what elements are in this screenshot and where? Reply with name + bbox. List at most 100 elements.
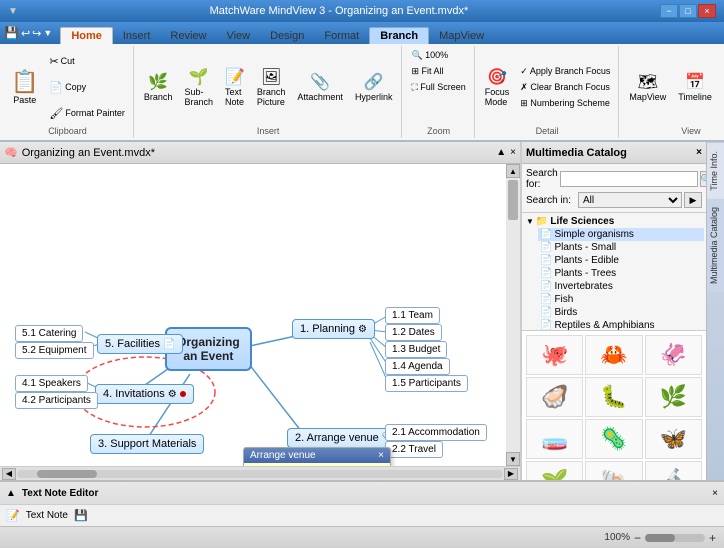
accommodation-node[interactable]: 2.1 Accommodation <box>385 424 487 441</box>
mapview-btn[interactable]: 🗺MapView <box>624 69 671 105</box>
apply-branch-focus-btn[interactable]: ✓ Apply Branch Focus <box>516 64 614 79</box>
canvas-hscrollbar[interactable]: ◀ ▶ <box>0 466 520 480</box>
tree-item-plants-trees[interactable]: 📄 Plants - Trees <box>538 267 704 280</box>
search-go-btn[interactable]: ▶ <box>684 192 702 208</box>
catalog-close-btn[interactable]: × <box>696 147 702 158</box>
sub-branch-btn[interactable]: 🌱Sub-Branch <box>179 64 218 110</box>
catalog-img-5[interactable]: 🐛 <box>585 377 642 417</box>
focus-mode-btn[interactable]: 🎯Focus Mode <box>480 64 515 110</box>
catalog-tree[interactable]: ▼ 📁 Life Sciences 📄 Simple organisms 📄 P… <box>522 213 706 330</box>
zoom-slider[interactable] <box>645 534 705 542</box>
maximize-btn[interactable]: □ <box>679 4 697 18</box>
hyperlink-btn[interactable]: 🔗Hyperlink <box>350 69 398 105</box>
cut-btn[interactable]: ✂ Cut <box>45 53 129 70</box>
vscroll-thumb[interactable] <box>508 180 518 220</box>
participants-node[interactable]: 1.5 Participants <box>385 375 468 392</box>
branch-btn[interactable]: 🌿Branch <box>139 69 178 105</box>
copy-btn[interactable]: 📄 Copy <box>45 79 129 96</box>
support-materials-node[interactable]: 3. Support Materials <box>90 434 204 454</box>
catalog-img-2[interactable]: 🦀 <box>585 335 642 375</box>
catalog-img-7[interactable]: 🧫 <box>526 419 583 459</box>
tab-branch[interactable]: Branch <box>369 27 429 44</box>
tree-item-plants-small[interactable]: 📄 Plants - Small <box>538 241 704 254</box>
canvas-close-btn[interactable]: × <box>510 147 516 158</box>
timeline-btn[interactable]: 📅Timeline <box>673 69 717 105</box>
arrange-venue-tooltip[interactable]: Arrange venue × Are we having workshops … <box>243 447 391 466</box>
catalog-img-4[interactable]: 🦪 <box>526 377 583 417</box>
outline-btn[interactable]: ☰Outline <box>719 69 724 105</box>
catering-node[interactable]: 5.1 Catering <box>15 325 83 342</box>
tab-insert[interactable]: Insert <box>113 28 161 44</box>
tree-item-plants-edible[interactable]: 📄 Plants - Edible <box>538 254 704 267</box>
catalog-img-1[interactable]: 🐙 <box>526 335 583 375</box>
team-node[interactable]: 1.1 Team <box>385 307 440 324</box>
tree-item-fish[interactable]: 📄 Fish <box>538 293 704 306</box>
search-in-select[interactable]: All <box>578 192 682 208</box>
paste-btn[interactable]: 📋 Paste <box>6 48 43 126</box>
quick-dropdown-btn[interactable]: ▼ <box>43 28 52 38</box>
zoom-decrease-btn[interactable]: − <box>634 531 641 545</box>
planning-node[interactable]: 1. Planning ⚙ <box>292 319 375 339</box>
zoom-increase-btn[interactable]: + <box>709 531 716 545</box>
catalog-img-8[interactable]: 🦠 <box>585 419 642 459</box>
tree-item-simple[interactable]: 📄 Simple organisms <box>538 228 704 241</box>
note-editor-close-btn[interactable]: × <box>712 488 718 499</box>
save-quick-btn[interactable]: 💾 <box>4 26 19 40</box>
travel-node[interactable]: 2.2 Travel <box>385 441 443 458</box>
tab-format[interactable]: Format <box>314 28 369 44</box>
tab-mapview[interactable]: MapView <box>429 28 494 44</box>
hscroll-right-btn[interactable]: ▶ <box>504 468 518 480</box>
close-btn[interactable]: × <box>698 4 716 18</box>
speakers-node[interactable]: 4.1 Speakers <box>15 375 88 392</box>
branch-picture-btn[interactable]: 🖼Branch Picture <box>252 64 291 110</box>
format-painter-btn[interactable]: 🖌 Format Painter <box>45 105 129 122</box>
participants2-node[interactable]: 4.2 Participants <box>15 392 98 409</box>
tree-item-invertebrates[interactable]: 📄 Invertebrates <box>538 280 704 293</box>
zoom-100-btn[interactable]: 🔍 100% <box>407 48 469 63</box>
hscroll-track[interactable] <box>17 470 503 478</box>
equipment-node[interactable]: 5.2 Equipment <box>15 342 94 359</box>
hscroll-thumb[interactable] <box>37 470 97 478</box>
search-input[interactable] <box>560 171 698 187</box>
catalog-img-9[interactable]: 🦋 <box>645 419 702 459</box>
canvas-tab-label[interactable]: Organizing an Event.mvdx* <box>22 147 155 159</box>
invitations-node[interactable]: 4. Invitations ⚙ <box>95 384 194 404</box>
side-tab-time[interactable]: Time Info. <box>707 142 724 199</box>
tab-home[interactable]: Home <box>60 27 113 44</box>
budget-node[interactable]: 1.3 Budget <box>385 341 447 358</box>
vscroll-down-btn[interactable]: ▼ <box>506 452 520 466</box>
note-editor-expand-btn[interactable]: ▲ <box>6 488 16 499</box>
catalog-img-12[interactable]: 🔬 <box>645 461 702 480</box>
minimize-btn[interactable]: − <box>660 4 678 18</box>
fit-all-btn[interactable]: ⊞ Fit All <box>407 64 469 79</box>
tree-item-reptiles[interactable]: 📄 Reptiles & Amphibians <box>538 319 704 330</box>
hscroll-left-btn[interactable]: ◀ <box>2 468 16 480</box>
catalog-img-6[interactable]: 🌿 <box>645 377 702 417</box>
side-tab-multimedia[interactable]: Multimedia Catalog <box>707 199 724 292</box>
clear-branch-focus-btn[interactable]: ✗ Clear Branch Focus <box>516 80 614 95</box>
facilities-node[interactable]: 5. Facilities 📄 <box>97 334 183 354</box>
vscroll-up-btn[interactable]: ▲ <box>506 164 520 178</box>
numbering-scheme-btn[interactable]: ⊞ Numbering Scheme <box>516 96 614 111</box>
canvas-expand-btn[interactable]: ▲ <box>496 147 506 158</box>
tree-root-item[interactable]: ▼ 📁 Life Sciences <box>524 215 704 228</box>
tab-review[interactable]: Review <box>160 28 216 44</box>
tab-design[interactable]: Design <box>260 28 314 44</box>
catalog-img-3[interactable]: 🦑 <box>645 335 702 375</box>
dates-node[interactable]: 1.2 Dates <box>385 324 442 341</box>
text-note-tab[interactable]: Text Note <box>26 510 68 521</box>
tooltip-close-btn[interactable]: × <box>378 450 384 461</box>
tab-view[interactable]: View <box>216 28 260 44</box>
tree-item-birds[interactable]: 📄 Birds <box>538 306 704 319</box>
redo-quick-btn[interactable]: ↪ <box>32 27 41 40</box>
canvas-area[interactable]: Organizingan Event 1. Planning ⚙ 2. Arra… <box>0 164 520 466</box>
canvas-vscrollbar[interactable]: ▲ ▼ <box>506 164 520 466</box>
attachment-btn[interactable]: 📎Attachment <box>292 69 348 105</box>
catalog-img-11[interactable]: 🐚 <box>585 461 642 480</box>
undo-quick-btn[interactable]: ↩ <box>21 27 30 40</box>
full-screen-btn[interactable]: ⛶ Full Screen <box>407 80 469 95</box>
agenda-node[interactable]: 1.4 Agenda <box>385 358 450 375</box>
catalog-img-10[interactable]: 🌱 <box>526 461 583 480</box>
note-save-icon[interactable]: 💾 <box>74 509 88 522</box>
text-note-btn[interactable]: 📝Text Note <box>220 64 250 110</box>
